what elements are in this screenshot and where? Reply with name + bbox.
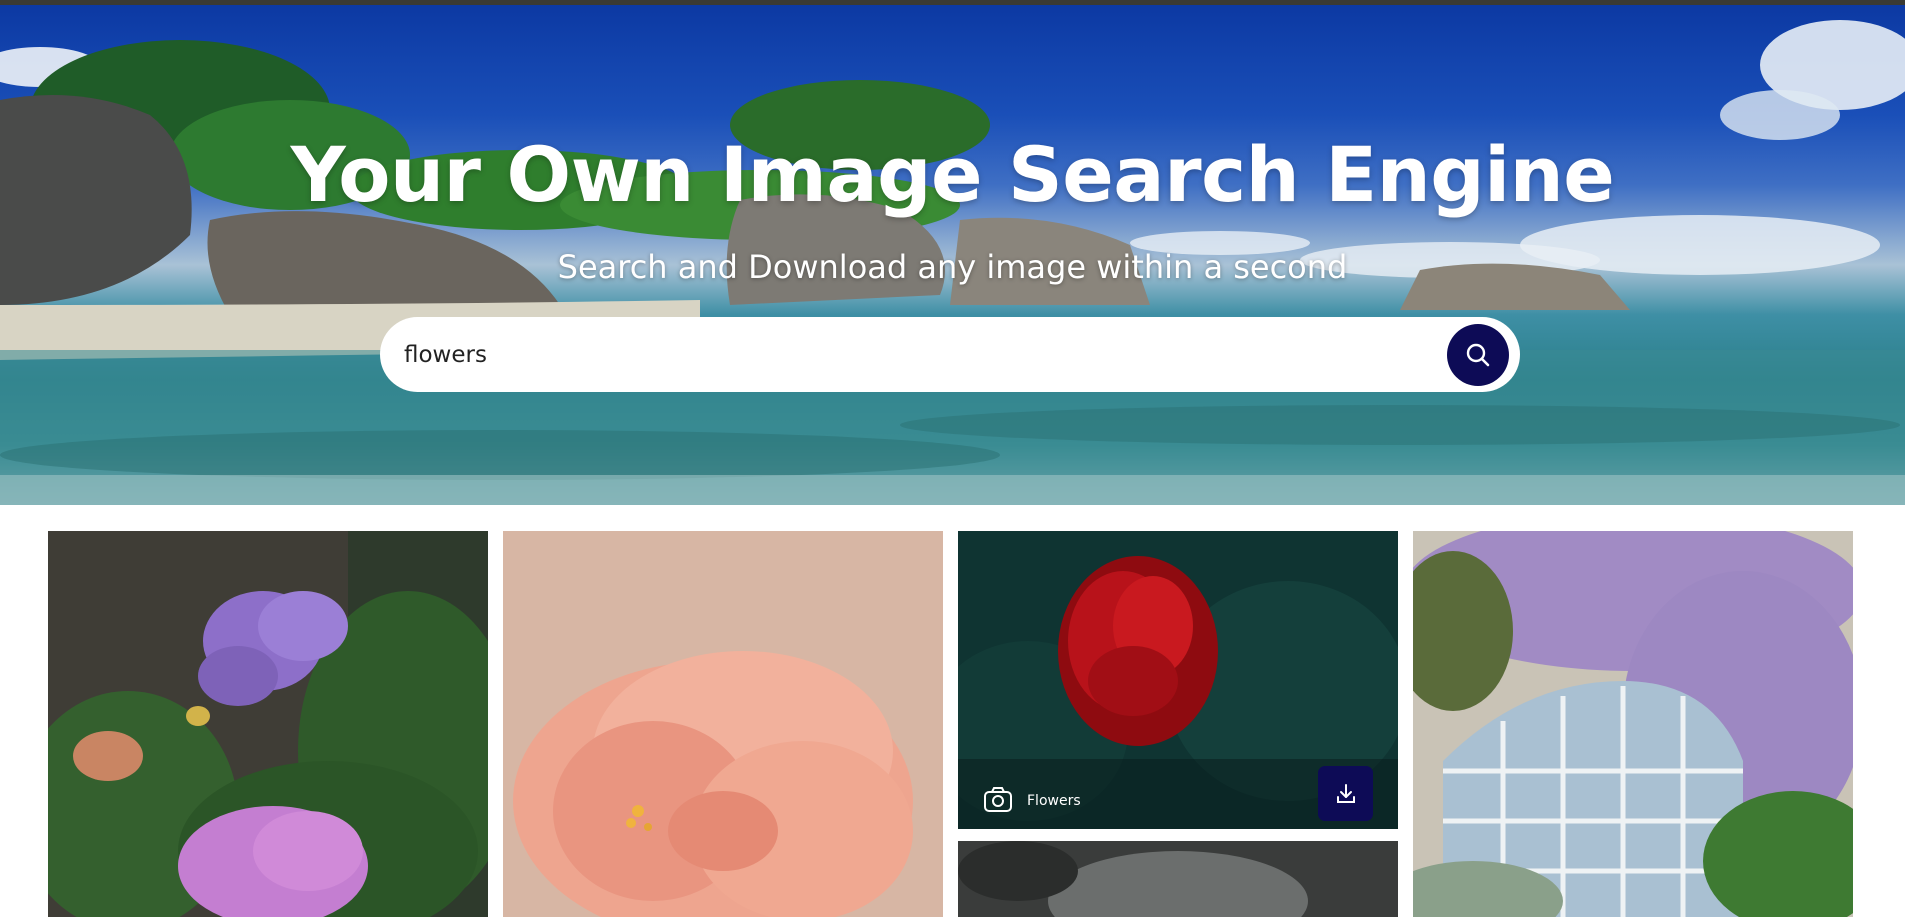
search-icon	[1466, 343, 1490, 367]
image-card-peony[interactable]	[503, 531, 943, 917]
photographer-name: Flowers	[1027, 793, 1081, 809]
image-card-hydrangea[interactable]	[48, 531, 488, 917]
wisteria-photo	[1413, 531, 1853, 917]
hydrangea-photo	[48, 531, 488, 917]
hero-subtitle: Search and Download any image within a s…	[557, 248, 1348, 286]
hero-title: Your Own Image Search Engine	[290, 130, 1615, 219]
download-icon	[1336, 783, 1355, 803]
peony-photo	[503, 531, 943, 917]
image-card-dark[interactable]	[958, 841, 1398, 917]
image-results-grid: Flowers	[0, 505, 1905, 917]
image-card-wisteria[interactable]	[1413, 531, 1853, 917]
search-button[interactable]	[1447, 324, 1509, 386]
card-footer: Flowers	[958, 759, 1398, 829]
dark-photo	[958, 841, 1398, 917]
image-card-rose[interactable]: Flowers	[958, 531, 1398, 829]
search-input[interactable]	[404, 335, 1404, 375]
camera-icon	[984, 787, 1012, 812]
hero-banner: Your Own Image Search Engine Search and …	[0, 5, 1905, 505]
download-button[interactable]	[1318, 766, 1373, 821]
search-bar	[380, 317, 1520, 392]
